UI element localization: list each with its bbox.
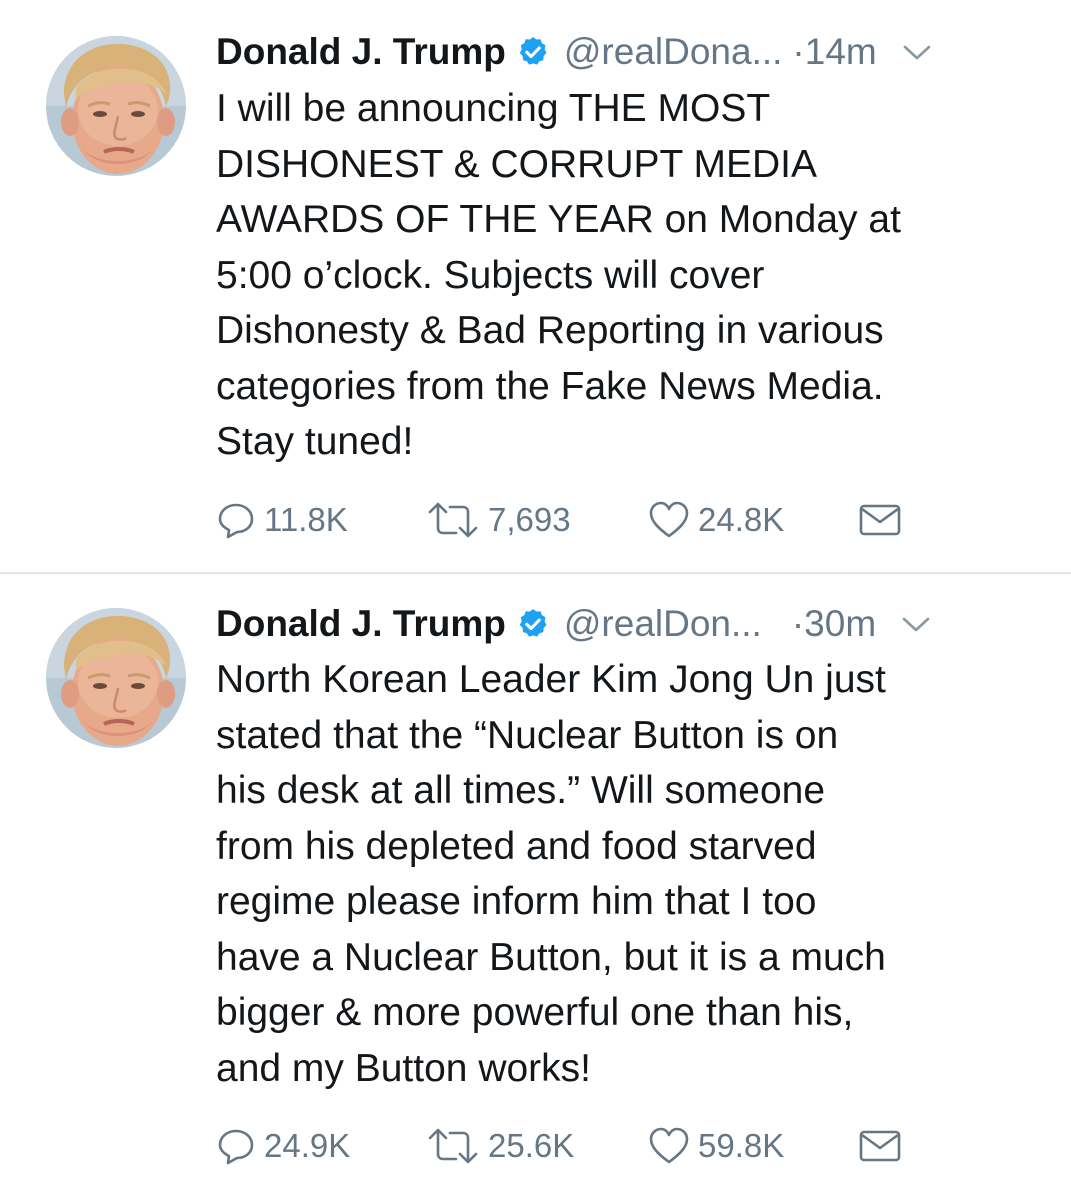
direct-message-button[interactable]: [858, 496, 910, 544]
author-name[interactable]: Donald J. Trump: [216, 603, 506, 645]
tweet-text: I will be announcing THE MOST DISHONEST …: [216, 87, 901, 463]
profile-photo: [46, 608, 186, 748]
avatar[interactable]: [46, 608, 186, 748]
avatar[interactable]: [46, 36, 186, 176]
like-button[interactable]: 24.8K: [648, 496, 784, 544]
reply-count: 11.8K: [264, 501, 348, 538]
retweet-icon: [428, 1128, 478, 1164]
retweet-button[interactable]: 25.6K: [426, 1122, 574, 1170]
retweet-count: 25.6K: [488, 1127, 575, 1164]
heart-icon: [649, 501, 689, 538]
reply-icon: [218, 503, 254, 539]
timestamp[interactable]: ·14m: [792, 31, 876, 73]
envelope-icon: [859, 504, 901, 536]
timestamp[interactable]: ·30m: [792, 603, 876, 645]
like-count: 59.8K: [698, 1127, 785, 1164]
tweet-header: Donald J. Trump @realDona... ·14m: [216, 24, 1041, 80]
reply-count: 24.9K: [264, 1127, 351, 1164]
profile-photo: [46, 36, 186, 176]
chevron-down-icon[interactable]: [901, 41, 933, 63]
chevron-down-icon[interactable]: [900, 613, 932, 635]
direct-message-button[interactable]: [858, 1122, 910, 1170]
reply-icon: [218, 1129, 254, 1165]
like-count: 24.8K: [698, 501, 785, 538]
reply-button[interactable]: 24.9K: [216, 1122, 350, 1170]
heart-icon: [649, 1127, 689, 1164]
envelope-icon: [859, 1130, 901, 1162]
retweet-count: 7,693: [488, 501, 571, 538]
verified-badge-icon: [516, 607, 550, 641]
tweet-header: Donald J. Trump @realDon... ·30m: [216, 596, 1041, 652]
retweet-icon: [428, 502, 478, 538]
like-button[interactable]: 59.8K: [648, 1122, 784, 1170]
retweet-button[interactable]: 7,693: [426, 496, 571, 544]
tweet[interactable]: Donald J. Trump @realDon... ·30m North K…: [0, 574, 1071, 1200]
tweet-text: North Korean Leader Kim Jong Un just sta…: [216, 658, 886, 1090]
author-name[interactable]: Donald J. Trump: [216, 31, 506, 73]
tweet[interactable]: Donald J. Trump @realDona... ·14m I will…: [0, 0, 1071, 572]
reply-button[interactable]: 11.8K: [216, 496, 348, 544]
author-handle[interactable]: @realDon...: [564, 603, 762, 645]
author-handle[interactable]: @realDona...: [564, 31, 783, 73]
verified-badge-icon: [516, 35, 550, 69]
